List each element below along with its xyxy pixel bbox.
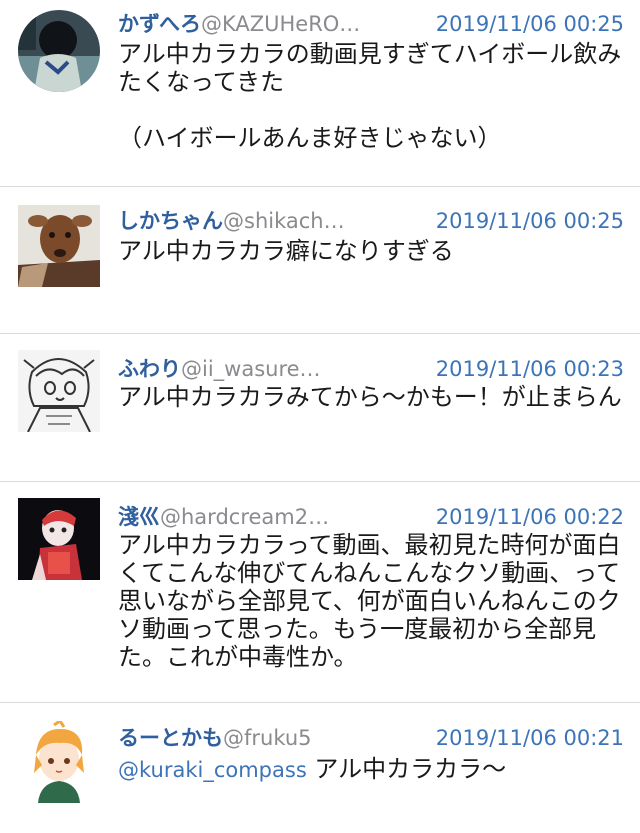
user-handle[interactable]: @shikach… — [223, 209, 345, 233]
tweet-item[interactable]: ふわり@ii_wasure… 2019/11/06 00:23 アル中カラカラみ… — [0, 334, 640, 481]
display-name[interactable]: 淺巛 — [118, 505, 160, 529]
avatar-deer-icon — [18, 205, 100, 287]
tweet-text: アル中カラカラって動画、最初見た時何が面白くてこんな伸びてんねんこんなクソ動画、… — [118, 531, 621, 671]
display-name[interactable]: るーとかも — [118, 726, 223, 750]
avatar[interactable] — [18, 205, 100, 287]
tweet-text: アル中カラカラの動画見すぎてハイボール飲みたくなってきた （ハイボールあんま好き… — [118, 40, 622, 152]
tweet-text: アル中カラカラ〜 — [306, 755, 507, 783]
timestamp[interactable]: 2019/11/06 00:23 — [436, 355, 624, 383]
avatar-sketch-icon — [18, 350, 100, 432]
timestamp[interactable]: 2019/11/06 00:22 — [436, 503, 624, 531]
user-handle[interactable]: @fruku5 — [223, 726, 312, 750]
tweet-item[interactable]: るーとかも@fruku5 2019/11/06 00:21 @kuraki_co… — [0, 703, 640, 833]
avatar-orange-hair-character-icon — [18, 721, 100, 803]
avatar-red-character-icon — [18, 498, 100, 580]
display-name[interactable]: かずへろ — [118, 12, 201, 36]
display-name[interactable]: しかちゃん — [118, 209, 223, 233]
timestamp[interactable]: 2019/11/06 00:21 — [436, 724, 624, 752]
avatar[interactable] — [18, 350, 100, 432]
timestamp[interactable]: 2019/11/06 00:25 — [436, 10, 624, 38]
tweet-text: アル中カラカラみてから〜かもー！が止まらん — [118, 383, 622, 411]
avatar[interactable] — [18, 721, 100, 803]
tweet-item[interactable]: 淺巛@hardcream2… 2019/11/06 00:22 アル中カラカラっ… — [0, 482, 640, 702]
display-name[interactable]: ふわり — [118, 357, 181, 381]
avatar[interactable] — [18, 498, 100, 580]
avatar[interactable] — [18, 10, 100, 92]
tweet-item[interactable]: しかちゃん@shikach… 2019/11/06 00:25 アル中カラカラ癖… — [0, 187, 640, 333]
user-handle[interactable]: @ii_wasure… — [181, 357, 321, 381]
mention-link[interactable]: @kuraki_compass — [118, 758, 307, 782]
tweet-item[interactable]: かずへろ@KAZUHeRO… 2019/11/06 00:25 アル中カラカラの… — [0, 0, 640, 186]
tweet-text-container: @kuraki_compass アル中カラカラ〜 — [118, 755, 628, 784]
avatar-photo-dark-icon — [18, 10, 100, 92]
tweet-text: アル中カラカラ癖になりすぎる — [118, 237, 454, 265]
timeline-feed: かずへろ@KAZUHeRO… 2019/11/06 00:25 アル中カラカラの… — [0, 0, 640, 833]
user-handle[interactable]: @KAZUHeRO… — [201, 12, 360, 36]
timestamp[interactable]: 2019/11/06 00:25 — [436, 207, 624, 235]
user-handle[interactable]: @hardcream2… — [160, 505, 329, 529]
